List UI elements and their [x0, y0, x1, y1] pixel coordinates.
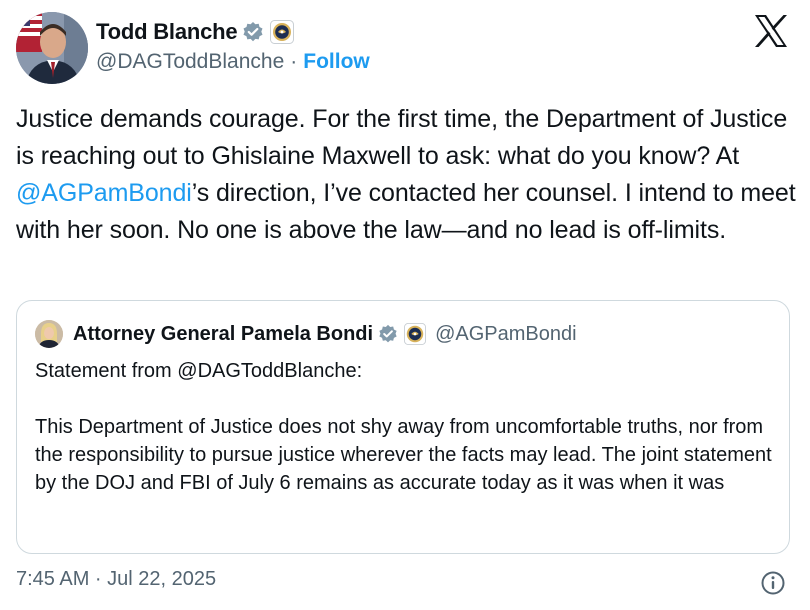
- quoted-header: Attorney General Pamela Bondi @AGPamBond…: [35, 319, 577, 349]
- quoted-tweet[interactable]: Attorney General Pamela Bondi @AGPamBond…: [16, 300, 790, 554]
- author-avatar[interactable]: [16, 12, 88, 84]
- x-logo-icon[interactable]: [752, 12, 790, 50]
- author-name[interactable]: Todd Blanche: [96, 19, 238, 45]
- mention-link[interactable]: @AGPamBondi: [16, 179, 192, 207]
- info-icon[interactable]: [760, 570, 786, 596]
- quoted-text: Statement from @DAGToddBlanche: This Dep…: [35, 360, 772, 494]
- verified-badge-icon: [378, 324, 398, 344]
- separator-dot: ·: [290, 50, 298, 73]
- quoted-author-name[interactable]: Attorney General Pamela Bondi: [73, 323, 373, 346]
- tweet-timestamp[interactable]: 7:45 AM · Jul 22, 2025: [16, 568, 216, 591]
- author-name-row: Todd Blanche: [96, 16, 295, 48]
- tweet-text: Justice demands courage. For the first t…: [16, 101, 796, 249]
- tweet-card: Todd Blanche @DAGToddBlanche · Follow Ju…: [0, 0, 810, 610]
- follow-button[interactable]: Follow: [303, 50, 370, 74]
- quoted-avatar[interactable]: [35, 320, 63, 348]
- tweet-text-part1: Justice demands courage. For the first t…: [16, 105, 788, 170]
- verified-badge-icon: [242, 21, 264, 43]
- doj-seal-icon[interactable]: [270, 20, 295, 44]
- author-handle-row: @DAGToddBlanche · Follow: [96, 50, 370, 74]
- quoted-author-handle[interactable]: @AGPamBondi: [435, 323, 576, 346]
- doj-seal-icon[interactable]: [404, 323, 427, 345]
- author-handle[interactable]: @DAGToddBlanche: [96, 50, 284, 74]
